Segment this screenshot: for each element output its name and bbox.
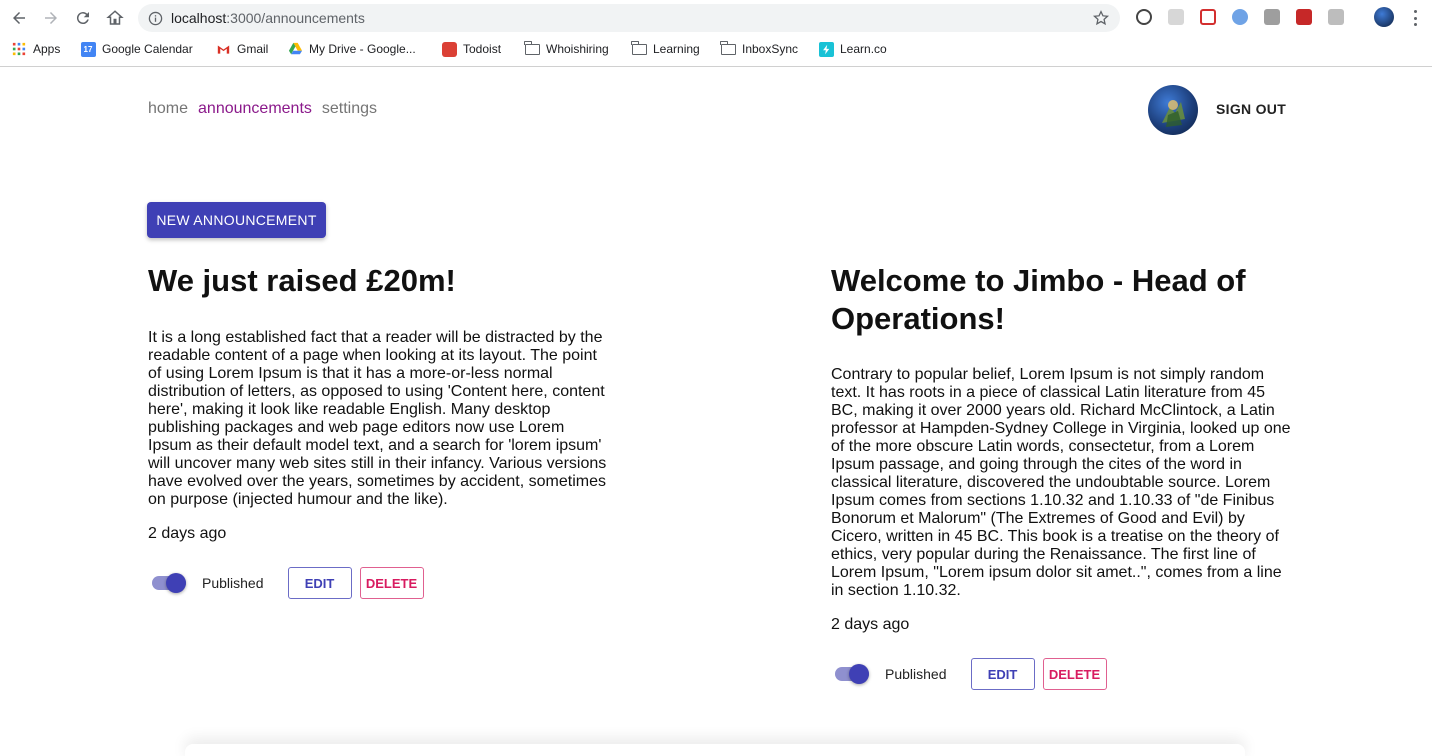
- calendar-icon: 17: [80, 41, 96, 57]
- bookmark-learn-co[interactable]: Learn.co: [818, 40, 887, 58]
- home-icon[interactable]: [103, 6, 127, 30]
- announcement-actions: Published EDIT DELETE: [148, 567, 608, 599]
- announcement-actions: Published EDIT DELETE: [831, 658, 1291, 690]
- edit-button[interactable]: EDIT: [287, 567, 352, 599]
- profile-avatar-icon[interactable]: [1374, 7, 1394, 27]
- bookmark-my-drive[interactable]: My Drive - Google...: [287, 40, 416, 58]
- address-url: localhost:3000/announcements: [171, 10, 365, 26]
- extension-red-icon[interactable]: [1296, 9, 1312, 25]
- edit-button[interactable]: EDIT: [970, 658, 1035, 690]
- delete-button[interactable]: DELETE: [359, 567, 424, 599]
- folder-icon: [631, 40, 647, 57]
- published-label: Published: [885, 666, 947, 682]
- avatar-image: [1162, 100, 1185, 127]
- new-announcement-button[interactable]: NEW ANNOUNCEMENT: [147, 202, 326, 238]
- extension-c-icon[interactable]: [1328, 9, 1344, 25]
- todoist-icon: [441, 41, 457, 57]
- bookmark-whoishiring[interactable]: Whoishiring: [524, 40, 609, 58]
- announcement-card: We just raised £20m! It is a long establ…: [148, 262, 608, 599]
- apps-grid-icon: [11, 41, 27, 57]
- published-label: Published: [202, 575, 264, 591]
- announcement-body: It is a long established fact that a rea…: [148, 329, 607, 508]
- bookmark-label: Whoishiring: [546, 42, 609, 56]
- bookmark-google-calendar[interactable]: 17 Google Calendar: [80, 40, 193, 58]
- bookmark-gmail[interactable]: Gmail: [215, 40, 268, 58]
- announcement-title: We just raised £20m!: [148, 263, 456, 298]
- extension-grey-icon[interactable]: [1168, 9, 1184, 25]
- bookmark-label: Apps: [33, 42, 61, 56]
- delete-button[interactable]: DELETE: [1042, 658, 1107, 690]
- announcement-date: 2 days ago: [148, 525, 227, 542]
- announcement-title: Welcome to Jimbo - Head of Operations!: [831, 263, 1246, 336]
- toggle-thumb: [166, 573, 186, 593]
- next-card-edge: [185, 744, 1245, 756]
- folder-icon: [524, 40, 540, 57]
- bookmark-label: Gmail: [237, 42, 269, 56]
- drive-icon: [287, 41, 303, 57]
- nav-settings[interactable]: settings: [322, 100, 377, 118]
- learnco-icon: [818, 41, 834, 57]
- bookmark-apps[interactable]: Apps: [11, 40, 60, 58]
- gmail-icon: [215, 41, 231, 57]
- bookmark-label: Todoist: [463, 42, 502, 56]
- browser-menu-icon[interactable]: [1408, 8, 1422, 28]
- reload-icon[interactable]: [71, 6, 95, 30]
- bookmark-label: Learning: [653, 42, 700, 56]
- extension-plus-icon[interactable]: [1200, 9, 1216, 25]
- browser-chrome: localhost:3000/announcements Apps 17 Goo…: [0, 0, 1432, 67]
- published-toggle[interactable]: [150, 571, 188, 595]
- avatar[interactable]: [1148, 85, 1198, 135]
- sign-out-button[interactable]: SIGN OUT: [1216, 101, 1286, 117]
- bookmarks-bar: Apps 17 Google Calendar Gmail My Drive -…: [0, 38, 1432, 60]
- extension-blue-icon[interactable]: [1232, 9, 1248, 25]
- bookmark-learning[interactable]: Learning: [631, 40, 700, 58]
- bookmark-todoist[interactable]: Todoist: [441, 40, 501, 58]
- address-bar[interactable]: localhost:3000/announcements: [138, 4, 1120, 32]
- forward-arrow-icon[interactable]: [39, 6, 63, 30]
- published-toggle[interactable]: [833, 662, 871, 686]
- calendar-day: 17: [80, 41, 96, 57]
- bookmark-inboxsync[interactable]: InboxSync: [720, 40, 798, 58]
- info-icon[interactable]: [147, 10, 163, 26]
- bookmark-label: Google Calendar: [102, 42, 193, 56]
- url-host: localhost: [171, 10, 227, 26]
- folder-icon: [720, 40, 736, 57]
- extension-folder-icon[interactable]: [1264, 9, 1280, 25]
- bookmark-label: InboxSync: [742, 42, 799, 56]
- nav-announcements[interactable]: announcements: [198, 100, 312, 118]
- announcement-date: 2 days ago: [831, 616, 910, 633]
- announcement-body: Contrary to popular belief, Lorem Ipsum …: [831, 366, 1291, 599]
- toggle-thumb: [849, 664, 869, 684]
- extension-info-icon[interactable]: [1136, 9, 1152, 25]
- app-nav: home announcements settings: [148, 100, 377, 118]
- bookmark-label: My Drive - Google...: [309, 42, 416, 56]
- announcement-card: Welcome to Jimbo - Head of Operations! C…: [831, 262, 1291, 690]
- browser-toolbar: localhost:3000/announcements: [0, 0, 1432, 36]
- back-arrow-icon[interactable]: [7, 6, 31, 30]
- bookmark-label: Learn.co: [840, 42, 887, 56]
- bookmark-star-icon[interactable]: [1092, 9, 1110, 27]
- nav-home[interactable]: home: [148, 100, 188, 118]
- url-path: :3000/announcements: [226, 10, 365, 26]
